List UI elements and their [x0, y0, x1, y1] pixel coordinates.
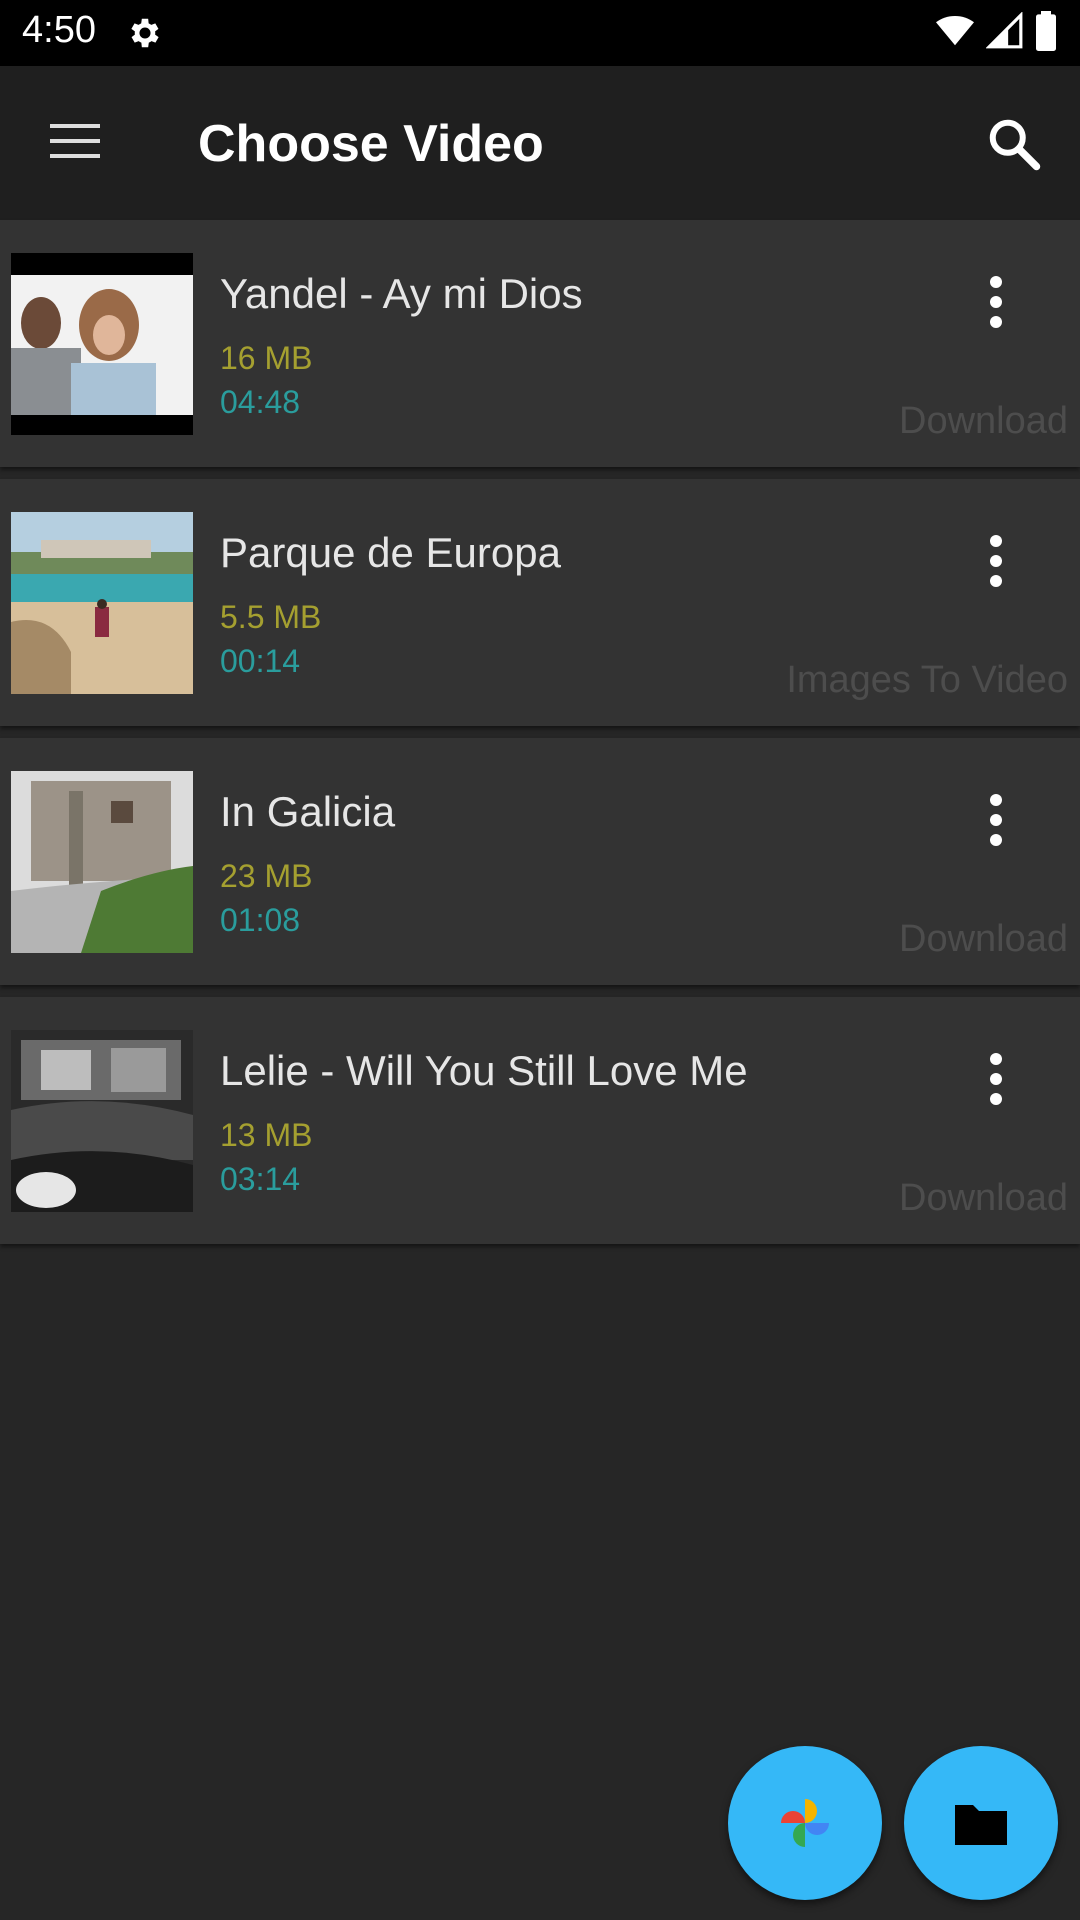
video-tag: Download: [899, 918, 1068, 960]
app-bar: Choose Video: [0, 66, 1080, 220]
video-title: In Galicia: [220, 788, 396, 835]
gear-icon: [126, 14, 164, 52]
video-thumbnail: [11, 1030, 193, 1212]
more-options-icon[interactable]: [980, 792, 1012, 848]
status-time: 4:50: [22, 9, 96, 51]
video-title: Yandel - Ay mi Dios: [220, 270, 583, 317]
video-title: Lelie - Will You Still Love Me: [220, 1047, 748, 1094]
status-bar: 4:50: [0, 0, 1080, 66]
more-options-icon[interactable]: [980, 1051, 1012, 1107]
list-item[interactable]: Lelie - Will You Still Love Me 13 MB 03:…: [0, 997, 1080, 1244]
more-options-icon[interactable]: [980, 274, 1012, 330]
video-size: 13 MB: [220, 1117, 313, 1153]
video-duration: 00:14: [220, 643, 301, 679]
video-tag: Download: [899, 1177, 1068, 1219]
signal-icon: [985, 10, 1024, 55]
video-duration: 04:48: [220, 384, 301, 420]
google-photos-icon: [781, 1799, 829, 1847]
video-size: 16 MB: [220, 340, 313, 376]
video-thumbnail: [11, 771, 193, 953]
video-size: 5.5 MB: [220, 599, 322, 635]
folder-icon: [955, 1805, 1007, 1845]
video-list: Yandel - Ay mi Dios 16 MB 04:48 Download…: [0, 220, 1080, 1256]
more-options-icon[interactable]: [980, 533, 1012, 589]
browse-folder-button[interactable]: [904, 1746, 1058, 1900]
video-tag: Images To Video: [786, 659, 1068, 701]
search-icon[interactable]: [984, 114, 1044, 174]
video-tag: Download: [899, 400, 1068, 442]
wifi-icon: [934, 12, 976, 55]
video-thumbnail: [11, 512, 193, 694]
list-item[interactable]: In Galicia 23 MB 01:08 Download: [0, 738, 1080, 985]
video-size: 23 MB: [220, 858, 313, 894]
battery-icon: [1034, 10, 1058, 56]
video-duration: 01:08: [220, 902, 301, 938]
video-duration: 03:14: [220, 1161, 301, 1197]
page-title: Choose Video: [198, 115, 544, 173]
video-thumbnail: [11, 253, 193, 435]
google-photos-button[interactable]: [728, 1746, 882, 1900]
list-item[interactable]: Yandel - Ay mi Dios 16 MB 04:48 Download: [0, 220, 1080, 467]
menu-icon[interactable]: [48, 116, 104, 166]
video-title: Parque de Europa: [220, 529, 561, 576]
list-item[interactable]: Parque de Europa 5.5 MB 00:14 Images To …: [0, 479, 1080, 726]
